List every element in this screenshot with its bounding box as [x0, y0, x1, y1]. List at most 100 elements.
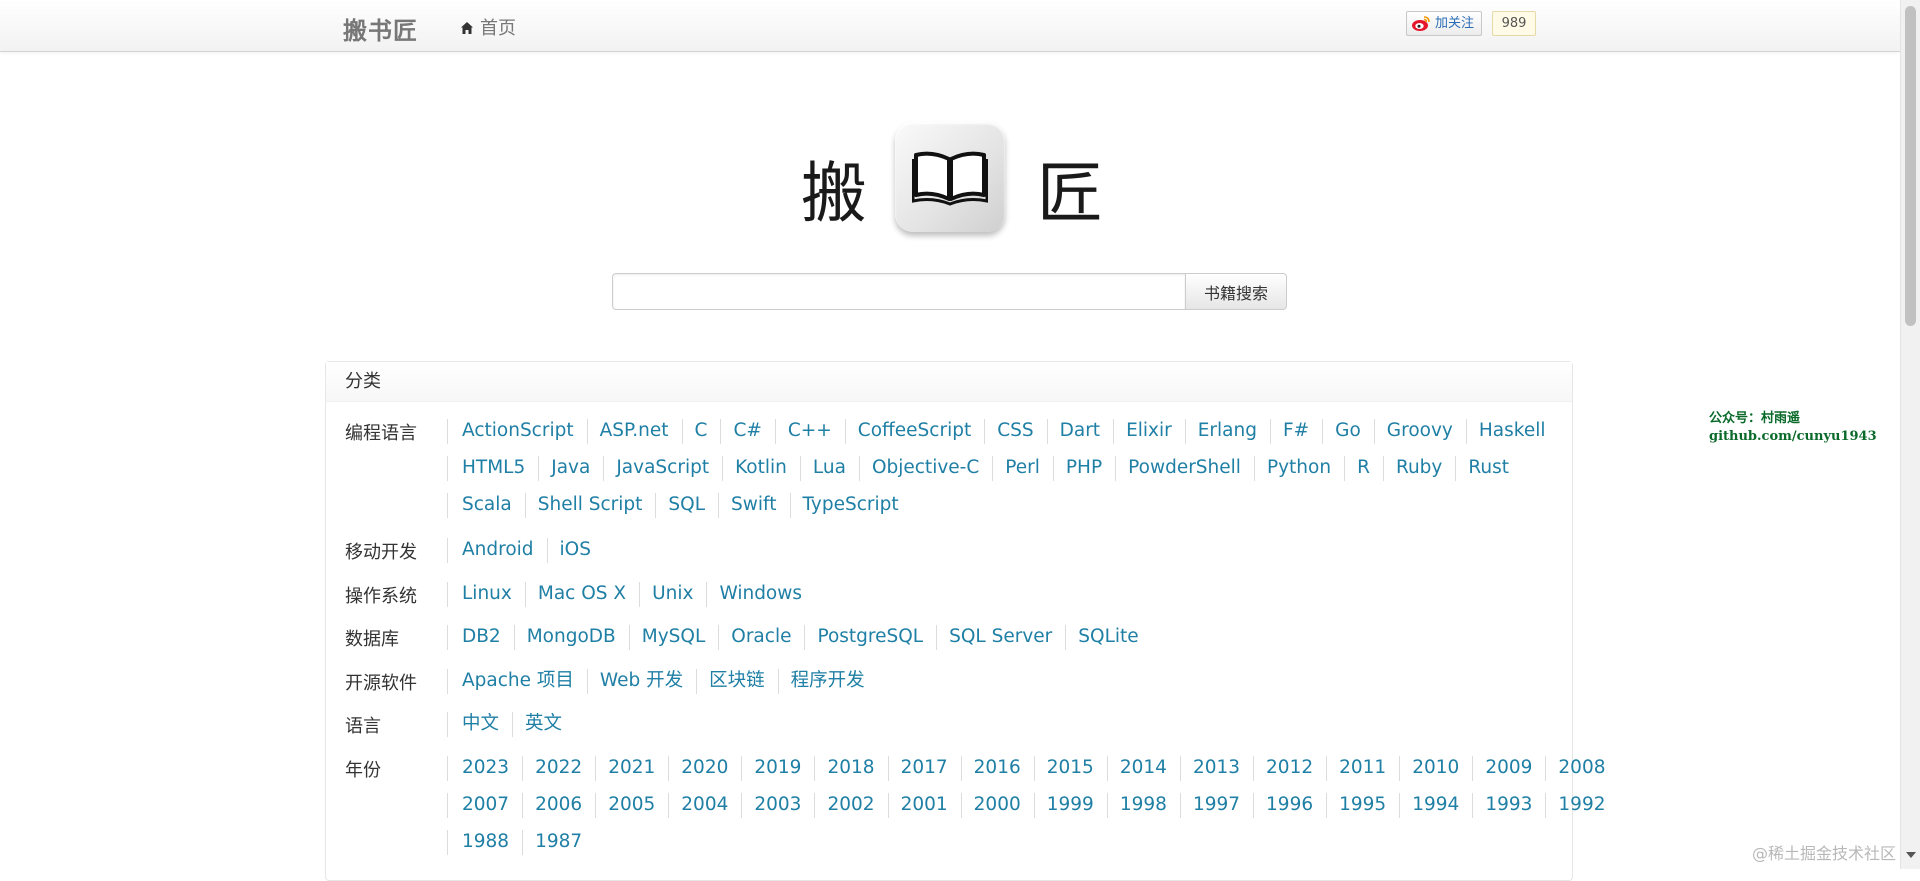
category-link[interactable]: Oracle	[718, 625, 804, 650]
category-link[interactable]: 英文	[512, 712, 575, 737]
category-link[interactable]: HTML5	[446, 456, 538, 481]
category-link[interactable]: F#	[1269, 419, 1322, 444]
category-link[interactable]: Swift	[718, 493, 789, 518]
category-link[interactable]: 1993	[1472, 793, 1545, 818]
category-link[interactable]: C	[681, 419, 721, 444]
page-scrollbar[interactable]	[1900, 0, 1920, 869]
category-link[interactable]: Perl	[992, 456, 1053, 481]
category-link[interactable]: Erlang	[1184, 419, 1270, 444]
weibo-follow-button[interactable]: 加关注	[1406, 11, 1482, 36]
category-link[interactable]: Unix	[639, 582, 706, 607]
brand-link[interactable]: 搬书匠	[343, 11, 418, 46]
category-link[interactable]: CSS	[984, 419, 1046, 444]
category-link[interactable]: 1995	[1326, 793, 1399, 818]
category-link[interactable]: Rust	[1455, 456, 1522, 481]
category-link[interactable]: 2018	[814, 756, 887, 781]
category-link[interactable]: 2002	[814, 793, 887, 818]
category-link[interactable]: SQL Server	[936, 625, 1065, 650]
category-link[interactable]: Scala	[447, 493, 525, 518]
category-link[interactable]: MongoDB	[513, 625, 629, 650]
category-link[interactable]: 2021	[595, 756, 668, 781]
category-link[interactable]: C++	[774, 419, 845, 444]
category-link[interactable]: Android	[447, 538, 547, 563]
category-link[interactable]: 1998	[1106, 793, 1180, 818]
category-link[interactable]: 2012	[1253, 756, 1326, 781]
category-link[interactable]: 1987	[522, 830, 595, 855]
category-link[interactable]: 2014	[1106, 756, 1180, 781]
category-link[interactable]: Web 开发	[586, 669, 696, 694]
category-row-label: 年份	[345, 760, 381, 781]
book-search-button[interactable]: 书籍搜索	[1185, 273, 1287, 310]
category-link[interactable]: 2017	[887, 756, 961, 781]
category-link[interactable]: 中文	[446, 712, 512, 737]
category-link[interactable]: Lua	[799, 456, 859, 481]
scrollbar-thumb[interactable]	[1905, 6, 1916, 326]
category-link[interactable]: 2008	[1545, 756, 1618, 781]
category-link[interactable]: 2023	[446, 756, 522, 781]
category-link[interactable]: Mac OS X	[524, 582, 639, 607]
category-link[interactable]: 1999	[1033, 793, 1107, 818]
category-link[interactable]: Shell Script	[524, 493, 656, 518]
category-link[interactable]: Ruby	[1382, 456, 1455, 481]
category-link[interactable]: 2000	[960, 793, 1034, 818]
category-link[interactable]: Apache 项目	[447, 669, 587, 694]
category-link[interactable]: Elixir	[1113, 419, 1185, 444]
category-link[interactable]: 1994	[1399, 793, 1472, 818]
book-search-input[interactable]	[612, 273, 1186, 310]
category-link[interactable]: 2020	[668, 756, 741, 781]
category-link[interactable]: 程序开发	[777, 669, 878, 694]
category-items: 2023 2022 2021 2020 2019 2018 2017 2016 2015 2014…	[446, 756, 1606, 867]
category-link[interactable]: 2016	[960, 756, 1034, 781]
category-link[interactable]: 2005	[595, 793, 668, 818]
category-link[interactable]: 2019	[741, 756, 814, 781]
category-link[interactable]: PowderShell	[1115, 456, 1254, 481]
category-row-label: 数据库	[345, 629, 399, 650]
category-link[interactable]: 1996	[1253, 793, 1326, 818]
category-link[interactable]: DB2	[447, 625, 514, 650]
category-link[interactable]: 2006	[522, 793, 595, 818]
category-link[interactable]: SQL	[655, 493, 718, 518]
category-link[interactable]: PHP	[1052, 456, 1115, 481]
nav-home-link[interactable]: 首页	[460, 14, 516, 40]
category-link[interactable]: 2010	[1399, 756, 1472, 781]
side-watermark-line2: github.com/cunyu1943	[1709, 429, 1877, 444]
category-row-label: 移动开发	[345, 542, 417, 563]
category-link[interactable]: Groovy	[1373, 419, 1466, 444]
category-link[interactable]: 2001	[887, 793, 961, 818]
category-link[interactable]: Windows	[706, 582, 815, 607]
category-link[interactable]: Kotlin	[722, 456, 800, 481]
category-link[interactable]: PostgreSQL	[804, 625, 936, 650]
category-link[interactable]: SQLite	[1065, 625, 1151, 650]
category-items: DB2 MongoDB MySQL Oracle PostgreSQL SQL Serve…	[447, 625, 1552, 662]
category-link[interactable]: 1997	[1179, 793, 1253, 818]
category-link[interactable]: Java	[538, 456, 603, 481]
category-link[interactable]: CoffeeScript	[844, 419, 984, 444]
category-link[interactable]: Haskell	[1465, 419, 1559, 444]
category-link[interactable]: Python	[1253, 456, 1344, 481]
category-link[interactable]: TypeScript	[789, 493, 912, 518]
category-link[interactable]: 区块链	[696, 669, 778, 694]
category-link[interactable]: 2022	[522, 756, 595, 781]
category-link[interactable]: 2015	[1033, 756, 1107, 781]
category-link[interactable]: JavaScript	[603, 456, 722, 481]
category-link[interactable]: Go	[1322, 419, 1374, 444]
scroll-down-arrow-icon[interactable]	[1906, 852, 1916, 858]
category-link[interactable]: Objective-C	[858, 456, 992, 481]
category-link[interactable]: R	[1344, 456, 1383, 481]
category-link[interactable]: MySQL	[628, 625, 719, 650]
category-link[interactable]: 2003	[741, 793, 814, 818]
category-link[interactable]: 1992	[1545, 793, 1618, 818]
category-link[interactable]: C#	[720, 419, 774, 444]
category-link[interactable]: 2013	[1179, 756, 1253, 781]
category-link[interactable]: 2004	[668, 793, 741, 818]
category-link[interactable]: Dart	[1046, 419, 1113, 444]
category-link[interactable]: Linux	[447, 582, 525, 607]
category-link[interactable]: 2009	[1472, 756, 1545, 781]
category-link[interactable]: iOS	[546, 538, 604, 563]
category-link[interactable]: ASP.net	[586, 419, 682, 444]
category-link[interactable]: 1988	[446, 830, 522, 855]
category-row-label: 操作系统	[345, 586, 417, 607]
category-link[interactable]: 2007	[446, 793, 522, 818]
category-link[interactable]: 2011	[1326, 756, 1399, 781]
category-link[interactable]: ActionScript	[447, 419, 587, 444]
